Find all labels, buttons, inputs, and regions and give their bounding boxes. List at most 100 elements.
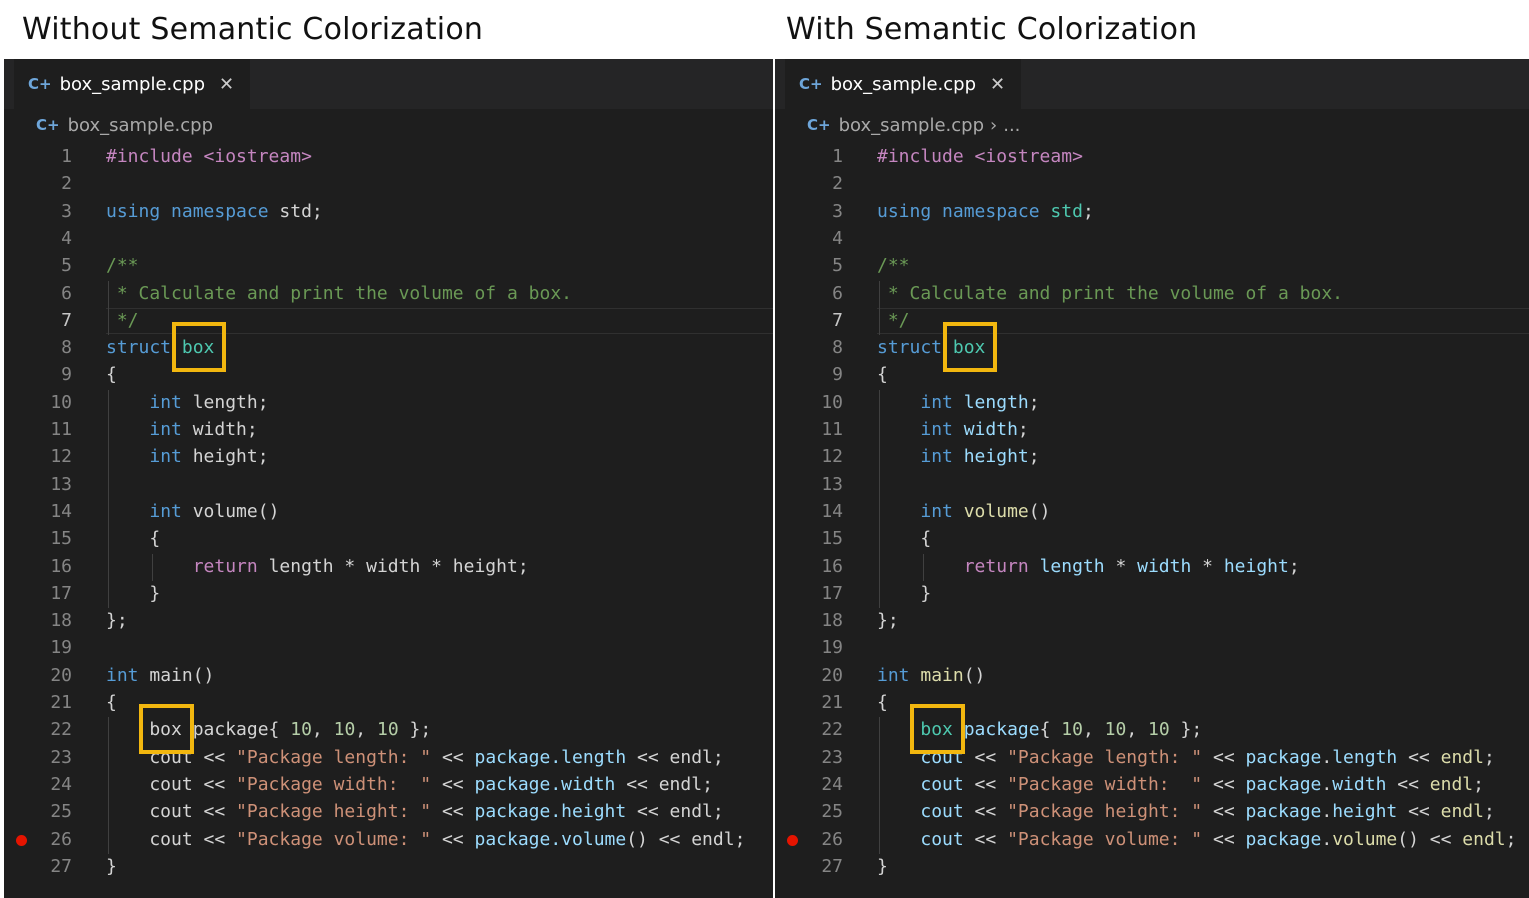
- line-number[interactable]: 14: [4, 499, 72, 525]
- code-area[interactable]: 1 #include <iostream> 2 3 using namespace st…: [4, 141, 773, 898]
- line-number[interactable]: 27: [4, 854, 72, 880]
- close-icon[interactable]: ✕: [990, 74, 1005, 95]
- code-line[interactable]: 21 {: [775, 690, 1529, 716]
- line-number[interactable]: 4: [4, 226, 72, 252]
- line-number[interactable]: 25: [775, 799, 843, 825]
- line-number[interactable]: 3: [775, 199, 843, 225]
- line-number[interactable]: 24: [775, 772, 843, 798]
- code-line[interactable]: 26 cout << "Package volume: " << package…: [775, 827, 1529, 853]
- code-line[interactable]: 6 * Calculate and print the volume of a …: [775, 281, 1529, 307]
- code-line[interactable]: 13: [775, 472, 1529, 498]
- code-line[interactable]: 23 cout << "Package length: " << package…: [775, 745, 1529, 771]
- code-line[interactable]: 10 int length;: [4, 390, 773, 416]
- code-line[interactable]: 18};: [775, 608, 1529, 634]
- code-line[interactable]: 19: [4, 635, 773, 661]
- code-line[interactable]: 2: [775, 171, 1529, 197]
- line-number[interactable]: 5: [775, 253, 843, 279]
- code-line[interactable]: 15 {: [775, 526, 1529, 552]
- code-line[interactable]: 5 /**: [4, 253, 773, 279]
- line-number[interactable]: 1: [4, 144, 72, 170]
- code-line[interactable]: 24 cout << "Package width: " << package.…: [775, 772, 1529, 798]
- close-icon[interactable]: ✕: [219, 74, 234, 95]
- code-line[interactable]: 14 int volume(): [775, 499, 1529, 525]
- code-line[interactable]: 3 using namespace std;: [4, 199, 773, 225]
- code-line[interactable]: 10 int length;: [775, 390, 1529, 416]
- code-line[interactable]: 15 {: [4, 526, 773, 552]
- line-number[interactable]: 17: [4, 581, 72, 607]
- line-number[interactable]: 18: [4, 608, 72, 634]
- code-line[interactable]: 8 struct box: [4, 335, 773, 361]
- line-number[interactable]: 10: [775, 390, 843, 416]
- code-line[interactable]: 24 cout << "Package width: " << package.…: [4, 772, 773, 798]
- code-line[interactable]: 8 struct box: [775, 335, 1529, 361]
- line-number[interactable]: 21: [775, 690, 843, 716]
- line-number[interactable]: 14: [775, 499, 843, 525]
- code-line[interactable]: 20 int main(): [775, 663, 1529, 689]
- line-number[interactable]: 13: [4, 472, 72, 498]
- line-number[interactable]: 7: [4, 308, 72, 334]
- code-line[interactable]: 19: [775, 635, 1529, 661]
- code-line[interactable]: 6 * Calculate and print the volume of a …: [4, 281, 773, 307]
- line-number[interactable]: 20: [4, 663, 72, 689]
- code-line[interactable]: 12 int height;: [775, 444, 1529, 470]
- code-line[interactable]: 27}: [4, 854, 773, 880]
- line-number[interactable]: 23: [4, 745, 72, 771]
- line-number[interactable]: 10: [4, 390, 72, 416]
- line-number[interactable]: 2: [4, 171, 72, 197]
- code-line[interactable]: 14 int volume(): [4, 499, 773, 525]
- code-line[interactable]: 18};: [4, 608, 773, 634]
- breakpoint-icon[interactable]: [787, 834, 798, 846]
- line-number[interactable]: 27: [775, 854, 843, 880]
- line-number[interactable]: 9: [4, 362, 72, 388]
- line-number[interactable]: 15: [4, 526, 72, 552]
- code-line[interactable]: 5 /**: [775, 253, 1529, 279]
- code-line[interactable]: 4: [4, 226, 773, 252]
- code-line[interactable]: 1 #include <iostream>: [4, 144, 773, 170]
- breadcrumb-more[interactable]: ...: [1003, 115, 1020, 136]
- breakpoint-icon[interactable]: [16, 834, 27, 846]
- code-line[interactable]: 1 #include <iostream>: [775, 144, 1529, 170]
- code-line[interactable]: 16 return length * width * height;: [4, 554, 773, 580]
- line-number[interactable]: 13: [775, 472, 843, 498]
- line-number[interactable]: 8: [775, 335, 843, 361]
- line-number[interactable]: 18: [775, 608, 843, 634]
- code-line[interactable]: 4: [775, 226, 1529, 252]
- line-number[interactable]: 26: [4, 827, 72, 853]
- code-line[interactable]: 26 cout << "Package volume: " << package…: [4, 827, 773, 853]
- line-number[interactable]: 11: [4, 417, 72, 443]
- code-line[interactable]: 17 }: [775, 581, 1529, 607]
- line-number[interactable]: 22: [775, 717, 843, 743]
- code-line[interactable]: 17 }: [4, 581, 773, 607]
- code-line[interactable]: 2: [4, 171, 773, 197]
- editor-tab[interactable]: C+ box_sample.cpp ✕: [14, 59, 251, 109]
- line-number[interactable]: 6: [4, 281, 72, 307]
- code-area[interactable]: 1 #include <iostream> 2 3 using namespace st…: [775, 141, 1529, 898]
- code-line[interactable]: 9{: [775, 362, 1529, 388]
- code-line[interactable]: 23 cout << "Package length: " << package…: [4, 745, 773, 771]
- line-number[interactable]: 11: [775, 417, 843, 443]
- code-line[interactable]: 12 int height;: [4, 444, 773, 470]
- line-number[interactable]: 9: [775, 362, 843, 388]
- code-line[interactable]: 16 return length * width * height;: [775, 554, 1529, 580]
- code-line[interactable]: 3 using namespace std;: [775, 199, 1529, 225]
- code-line[interactable]: 9{: [4, 362, 773, 388]
- breadcrumb[interactable]: C+ box_sample.cpp › ...: [807, 113, 1020, 137]
- code-line[interactable]: 20 int main(): [4, 663, 773, 689]
- code-line[interactable]: 11 int width;: [4, 417, 773, 443]
- breadcrumb[interactable]: C+ box_sample.cpp: [36, 113, 213, 137]
- code-line[interactable]: 22 box package{ 10, 10, 10 };: [775, 717, 1529, 743]
- line-number[interactable]: 3: [4, 199, 72, 225]
- line-number[interactable]: 16: [4, 554, 72, 580]
- editor-tab[interactable]: C+ box_sample.cpp ✕: [785, 59, 1022, 109]
- code-line[interactable]: 13: [4, 472, 773, 498]
- line-number[interactable]: 4: [775, 226, 843, 252]
- breadcrumb-file[interactable]: box_sample.cpp: [68, 115, 213, 136]
- line-number[interactable]: 24: [4, 772, 72, 798]
- line-number[interactable]: 19: [775, 635, 843, 661]
- line-number[interactable]: 7: [775, 308, 843, 334]
- code-line[interactable]: 11 int width;: [775, 417, 1529, 443]
- line-number[interactable]: 21: [4, 690, 72, 716]
- line-number[interactable]: 23: [775, 745, 843, 771]
- line-number[interactable]: 20: [775, 663, 843, 689]
- line-number[interactable]: 17: [775, 581, 843, 607]
